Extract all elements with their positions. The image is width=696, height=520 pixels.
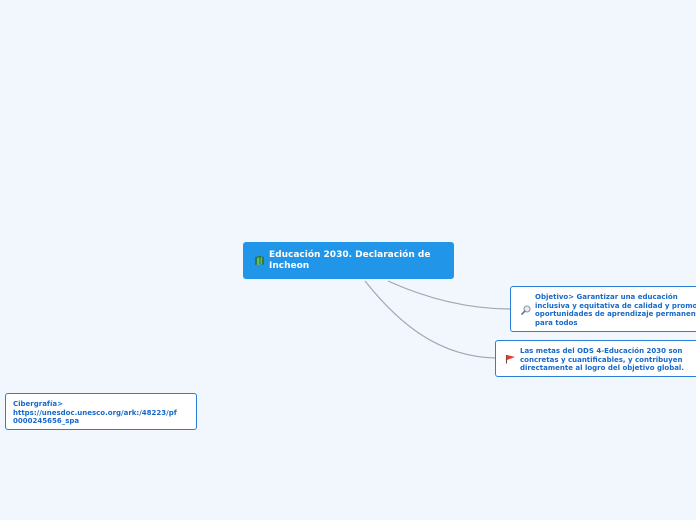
objective-line: Objetivo> Garantizar una educación xyxy=(535,293,678,301)
central-topic-line: Educación 2030. Declaración de xyxy=(269,249,431,260)
goals-line: Las metas del ODS 4-Educación 2030 son xyxy=(520,347,683,355)
goals-line: directamente al logro del objetivo globa… xyxy=(520,364,684,372)
objective-node[interactable]: Objetivo> Garantizar una educación inclu… xyxy=(510,286,696,332)
webography-node[interactable]: Cibergrafía> https://unesdoc.unesco.org/… xyxy=(5,393,197,430)
central-topic-node[interactable]: Educación 2030. Declaración de Incheon xyxy=(243,242,454,279)
book-icon xyxy=(255,256,264,265)
webography-text: Cibergrafía> https://unesdoc.unesco.org/… xyxy=(13,400,177,426)
objective-text: Objetivo> Garantizar una educación inclu… xyxy=(535,293,696,327)
webography-line: Cibergrafía> xyxy=(13,400,63,408)
webography-line: https://unesdoc.unesco.org/ark:/48223/pf xyxy=(13,408,177,417)
goals-node[interactable]: Las metas del ODS 4-Educación 2030 son c… xyxy=(495,340,696,377)
connector-root-goals xyxy=(364,280,497,359)
central-topic-text: Educación 2030. Declaración de Incheon xyxy=(269,250,430,272)
connector-root-objective xyxy=(387,280,512,310)
magnifier-icon xyxy=(521,305,531,315)
objective-line: inclusiva y equitativa de calidad y prom… xyxy=(535,301,696,310)
red-flag-icon xyxy=(505,355,515,364)
goals-text: Las metas del ODS 4-Educación 2030 son c… xyxy=(520,347,684,373)
objective-line: para todos xyxy=(535,318,578,327)
goals-line: concretas y cuantificables, y contribuye… xyxy=(520,355,683,364)
webography-line: 0000245656_spa xyxy=(13,417,80,425)
objective-line: oportunidades de aprendizaje permanente xyxy=(535,310,696,318)
central-topic-line: Incheon xyxy=(269,260,310,271)
